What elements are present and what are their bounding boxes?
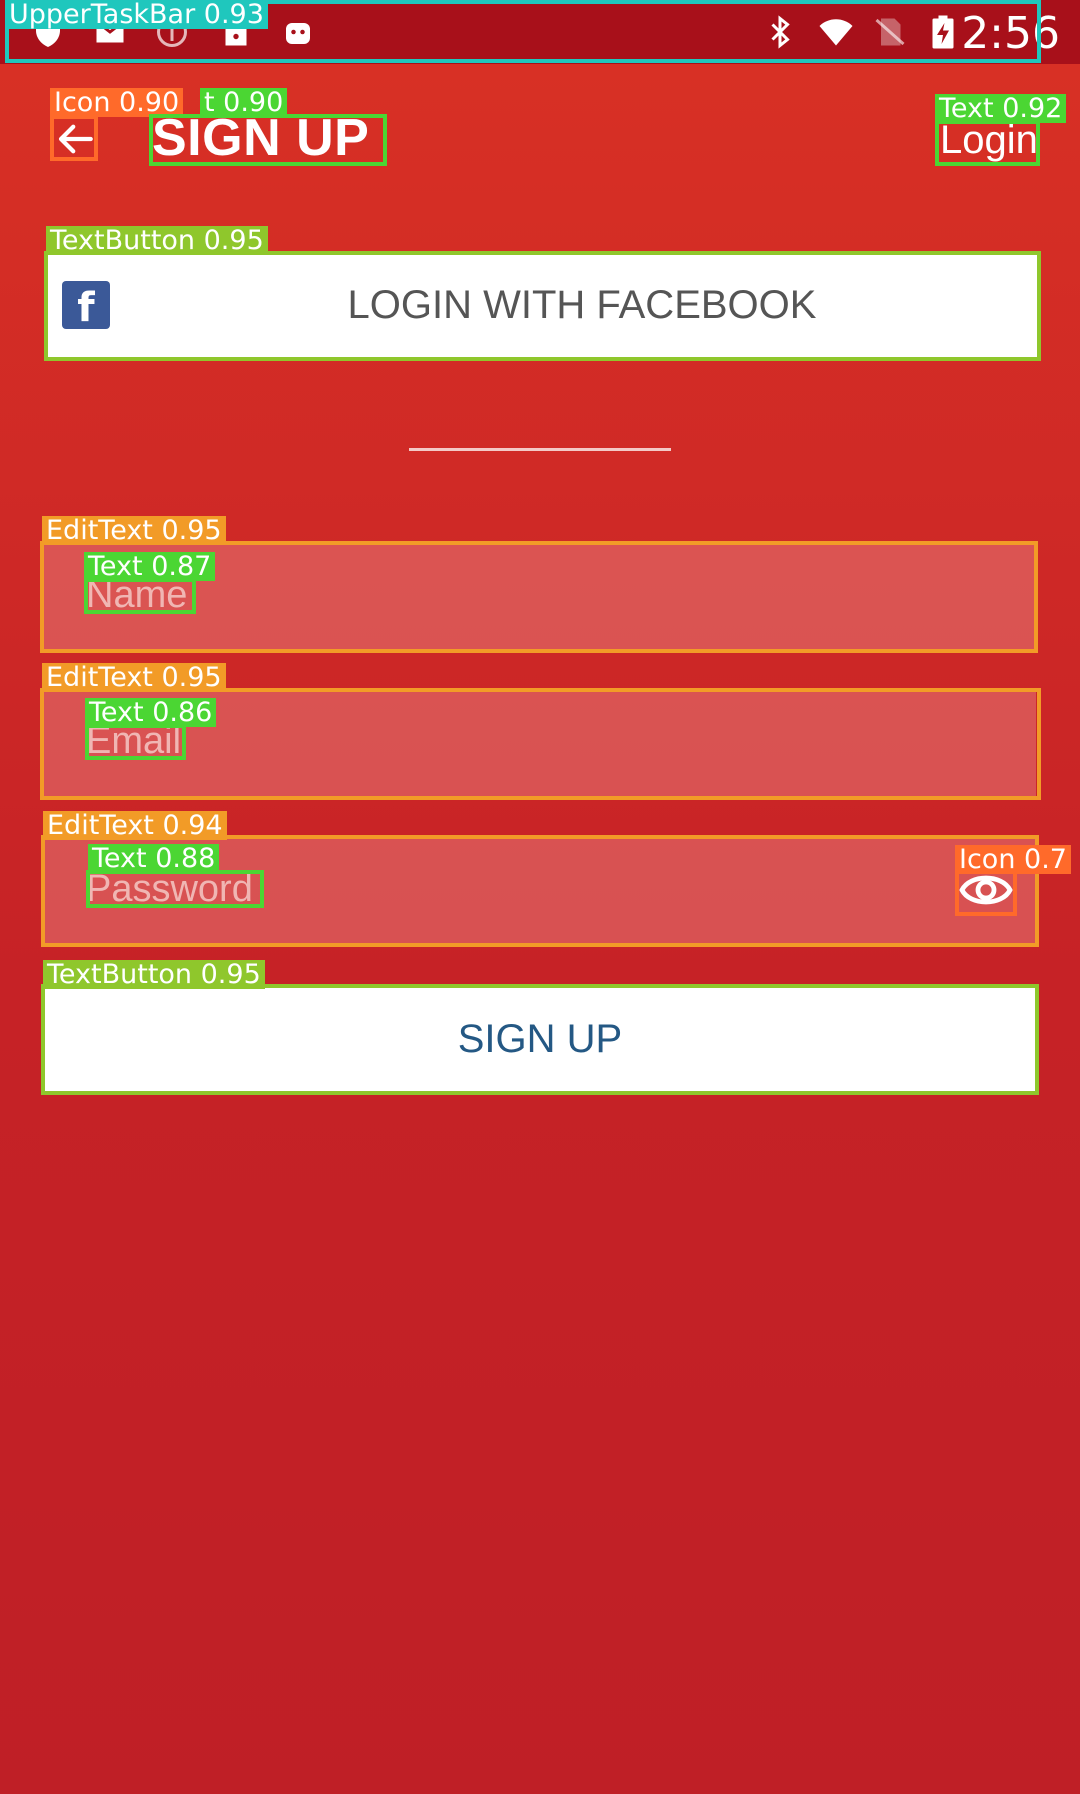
wifi-icon — [819, 19, 853, 46]
status-time: 2:56 — [961, 8, 1060, 59]
annotation-label-name-text: Text 0.87 — [84, 552, 216, 581]
password-placeholder: Password — [86, 868, 253, 910]
annotation-label-password-field: EditText 0.94 — [43, 811, 227, 840]
annotation-label-facebook-button: TextButton 0.95 — [46, 226, 268, 255]
battery-charging-icon — [932, 15, 954, 49]
annotation-label-email-field: EditText 0.95 — [42, 663, 226, 692]
sign-up-button[interactable]: SIGN UP — [44, 986, 1036, 1092]
divider — [409, 448, 671, 451]
annotation-label-title: t 0.90 — [200, 88, 288, 117]
annotation-label-back-icon: Icon 0.90 — [50, 88, 184, 117]
android-icon — [286, 23, 310, 44]
annotation-label-login: Text 0.92 — [935, 94, 1067, 123]
annotation-label-eye-icon: Icon 0.7 — [955, 845, 1071, 874]
no-sim-icon — [875, 18, 905, 46]
annotation-label-name-field: EditText 0.95 — [42, 516, 226, 545]
annotation-label-email-text: Text 0.86 — [85, 698, 217, 727]
facebook-button-label: LOGIN WITH FACEBOOK — [347, 283, 817, 327]
login-with-facebook-button[interactable]: f LOGIN WITH FACEBOOK — [44, 252, 1040, 358]
bluetooth-icon — [771, 15, 790, 49]
facebook-icon: f — [62, 281, 110, 329]
annotation-label-status: UpperTaskBar 0.93 — [5, 0, 268, 29]
annotation-label-password-text: Text 0.88 — [88, 844, 220, 873]
arrow-left-icon[interactable] — [54, 118, 96, 160]
login-link[interactable]: Login — [940, 118, 1038, 163]
annotation-label-signup-button: TextButton 0.95 — [43, 960, 265, 989]
